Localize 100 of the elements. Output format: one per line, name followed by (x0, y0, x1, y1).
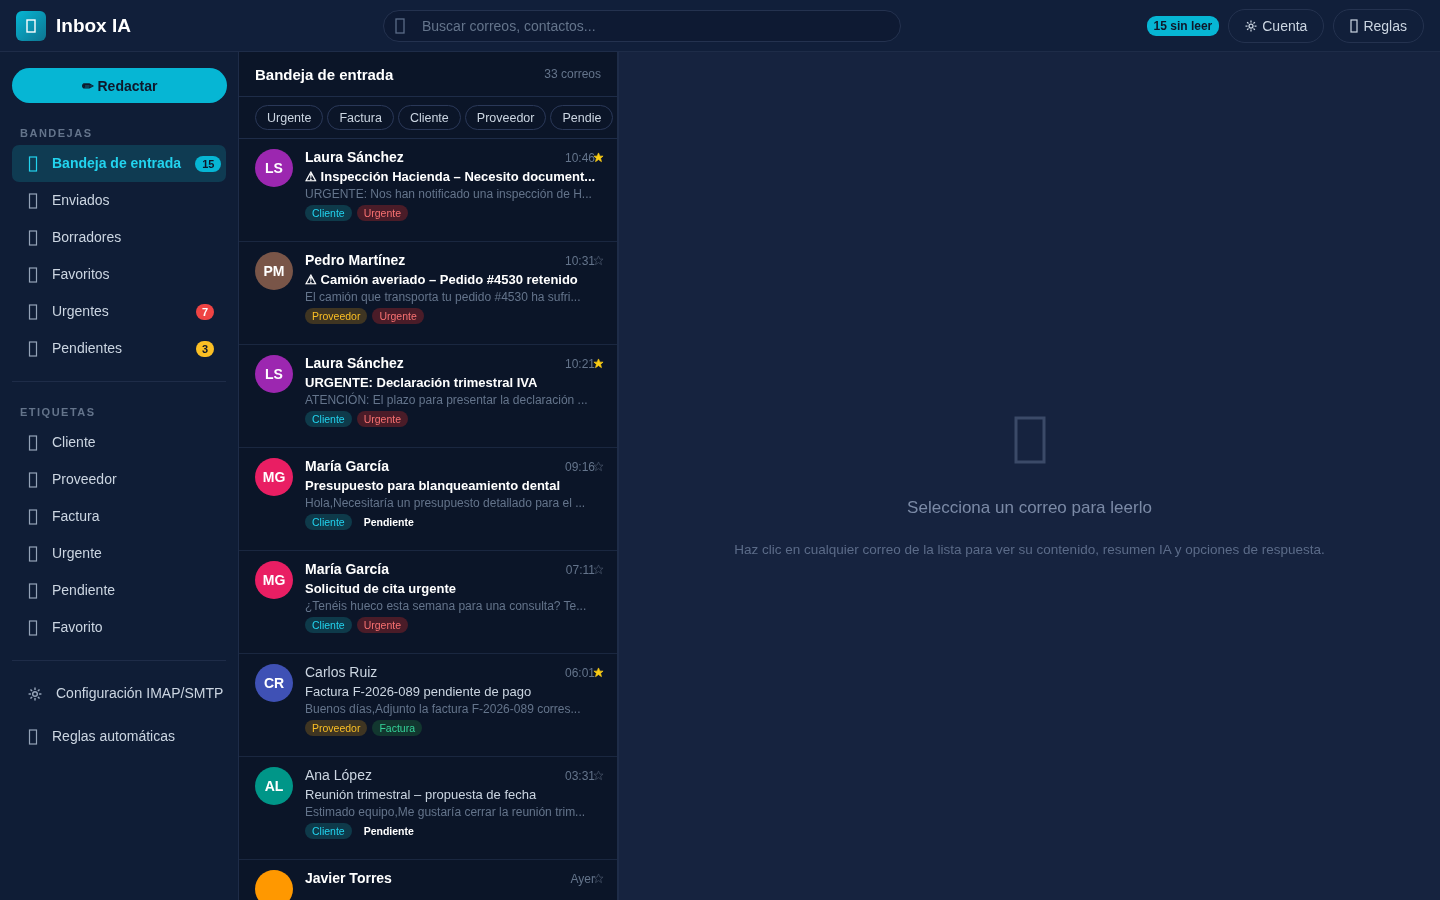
star-outline-icon[interactable] (593, 564, 604, 575)
avatar: AL (255, 767, 293, 805)
email-tag: Proveedor (305, 308, 368, 324)
sidebar-item[interactable]: Proveedor (12, 461, 226, 498)
email-preview: ¿Tenéis hueco esta semana para una consulta? Te... (305, 599, 588, 613)
avatar: CR (255, 664, 293, 702)
sidebar-item[interactable]: Configuración IMAP/SMTP (12, 675, 226, 712)
avatar: PM (255, 252, 293, 290)
list-title: Bandeja de entrada (255, 65, 394, 83)
rectangle-icon (28, 545, 38, 562)
sidebar-item[interactable]: Bandeja de entrada 15 (12, 145, 226, 182)
email-item[interactable]: MG María García 07:11 Solicitud de cita urgente ¿Tenéis hueco esta semana para una consulta? Te... Cliente Urgente (239, 551, 617, 654)
unread-count-badge: 15 sin leer (1146, 15, 1220, 36)
sender-name: Pedro Martínez (305, 252, 406, 268)
sender-name: María García (305, 561, 390, 577)
sidebar-item[interactable]: Urgentes 7 (12, 293, 226, 330)
count-badge: 7 (195, 303, 214, 320)
email-tag: Cliente (305, 205, 352, 221)
sidebar-item[interactable]: Pendientes 3 (12, 330, 226, 367)
email-subject: Reunión trimestral – propuesta de fecha (305, 787, 538, 802)
sender-name: Laura Sánchez (305, 149, 404, 165)
star-icon[interactable] (593, 667, 604, 678)
rectangle-icon (1350, 18, 1359, 33)
sidebar-item[interactable]: Favoritos (12, 256, 226, 293)
email-item[interactable]: PM Pedro Martínez 10:31 ⚠ Camión averiado – Pedido #4530 retenido El camión que transporta tu pedido #4530 ha sufri... Proveedor Urgente (239, 242, 617, 345)
rectangle-icon (28, 728, 38, 745)
section-heading: BANDEJAS (20, 127, 94, 139)
email-tag: Urgente (356, 411, 409, 427)
email-tag: Cliente (305, 514, 352, 530)
email-tag: Cliente (305, 823, 352, 839)
rectangle-icon (28, 619, 38, 636)
star-outline-icon[interactable] (593, 770, 604, 781)
email-tag: Factura (372, 720, 423, 736)
email-item[interactable]: LS Laura Sánchez 10:46 ⚠ Inspección Hacienda – Necesito document... URGENTE: Nos han notificado una inspección de H... Cliente Urgente (239, 139, 617, 242)
rectangle-icon (28, 582, 38, 599)
avatar: LS (255, 149, 293, 187)
rectangle-icon (28, 155, 38, 172)
rectangle-icon (1013, 416, 1046, 464)
sender-name: Laura Sánchez (305, 355, 404, 371)
count-badge: 3 (195, 340, 214, 357)
email-subject: Factura F-2026-089 pendiente de pago (305, 684, 533, 699)
email-count: 33 correos (544, 67, 601, 81)
email-subject: Presupuesto para blanqueamiento dental (305, 478, 561, 493)
star-icon[interactable] (593, 152, 604, 163)
email-tag: Urgente (356, 617, 409, 633)
star-icon[interactable] (593, 358, 604, 369)
star-outline-icon[interactable] (593, 461, 604, 472)
email-time: 03:31 (564, 769, 595, 783)
avatar: LS (255, 355, 293, 393)
email-item[interactable]: CR Carlos Ruiz 06:01 Factura F-2026-089 pendiente de pago Buenos días,Adjunto la factura F-2026-089 corres... Proveedor Factura (239, 654, 617, 757)
email-time: 10:31 (564, 254, 595, 268)
settings-icon (1245, 19, 1258, 32)
rectangle-icon (28, 266, 38, 283)
email-tag: Pendiente (356, 514, 421, 530)
sidebar-item[interactable]: Factura (12, 498, 226, 535)
email-subject: URGENTE: Declaración trimestral IVA (305, 375, 539, 390)
rectangle-icon (28, 508, 38, 525)
app-title: Inbox IA (56, 14, 131, 37)
sidebar-item[interactable]: Pendiente (12, 572, 226, 609)
email-preview: URGENTE: Nos han notificado una inspección de H... (305, 187, 593, 201)
email-preview: Estimado equipo,Me gustaría cerrar la reunión trim... (305, 805, 587, 819)
empty-state-title: Selecciona un correo para leerlo (907, 498, 1152, 518)
email-item[interactable]: AL Ana López 03:31 Reunión trimestral – propuesta de fecha Estimado equipo,Me gustaría cerrar la reunión trim... Cliente Pendiente (239, 757, 617, 860)
rectangle-icon (28, 229, 38, 246)
sidebar-item[interactable]: Cliente (12, 424, 226, 461)
rectangle-icon (28, 192, 38, 209)
count-badge: 15 (195, 155, 222, 172)
email-item[interactable]: Javier Torres Ayer (239, 860, 617, 900)
email-time: 07:11 (565, 563, 595, 577)
sidebar-item[interactable]: Borradores (12, 219, 226, 256)
email-preview: Buenos días,Adjunto la factura F-2026-089 corres... (305, 702, 582, 716)
avatar: MG (255, 458, 293, 496)
email-time: 10:46 (564, 151, 595, 165)
rectangle-icon (395, 17, 405, 34)
email-preview: Hola,Necesitaría un presupuesto detallado para el ... (305, 496, 587, 510)
sidebar-item[interactable]: Enviados (12, 182, 226, 219)
sidebar-item[interactable]: Reglas automáticas (12, 718, 226, 755)
email-tag: Cliente (305, 411, 352, 427)
sender-name: Carlos Ruiz (305, 664, 378, 680)
section-heading: ETIQUETAS (20, 406, 97, 418)
email-time: 06:01 (564, 666, 595, 680)
rectangle-icon (28, 340, 38, 357)
email-subject: Solicitud de cita urgente (305, 581, 457, 596)
star-outline-icon[interactable] (593, 873, 604, 884)
email-tag: Urgente (356, 205, 409, 221)
email-item[interactable]: LS Laura Sánchez 10:21 URGENTE: Declaración trimestral IVA ATENCIÓN: El plazo para presentar la declaración ... Cliente Urgente (239, 345, 617, 448)
sidebar-item[interactable]: Favorito (12, 609, 226, 646)
rectangle-icon (28, 303, 38, 320)
email-time: 09:16 (564, 460, 595, 474)
email-time: 10:21 (564, 357, 595, 371)
sender-name: Ana López (305, 767, 372, 783)
search-field[interactable]: Buscar correos, contactos... (383, 9, 901, 42)
sidebar-item[interactable]: Urgente (12, 535, 226, 572)
email-item[interactable]: MG María García 09:16 Presupuesto para blanqueamiento dental Hola,Necesitaría un presupuesto detallado para el ... Cliente Pendiente (239, 448, 617, 551)
compose-button[interactable]: ✏ Redactar (12, 68, 227, 103)
rectangle-icon (28, 434, 38, 451)
email-preview: ATENCIÓN: El plazo para presentar la declaración ... (305, 393, 589, 407)
star-outline-icon[interactable] (593, 255, 604, 266)
settings-icon (28, 686, 42, 701)
email-tag: Proveedor (305, 720, 368, 736)
